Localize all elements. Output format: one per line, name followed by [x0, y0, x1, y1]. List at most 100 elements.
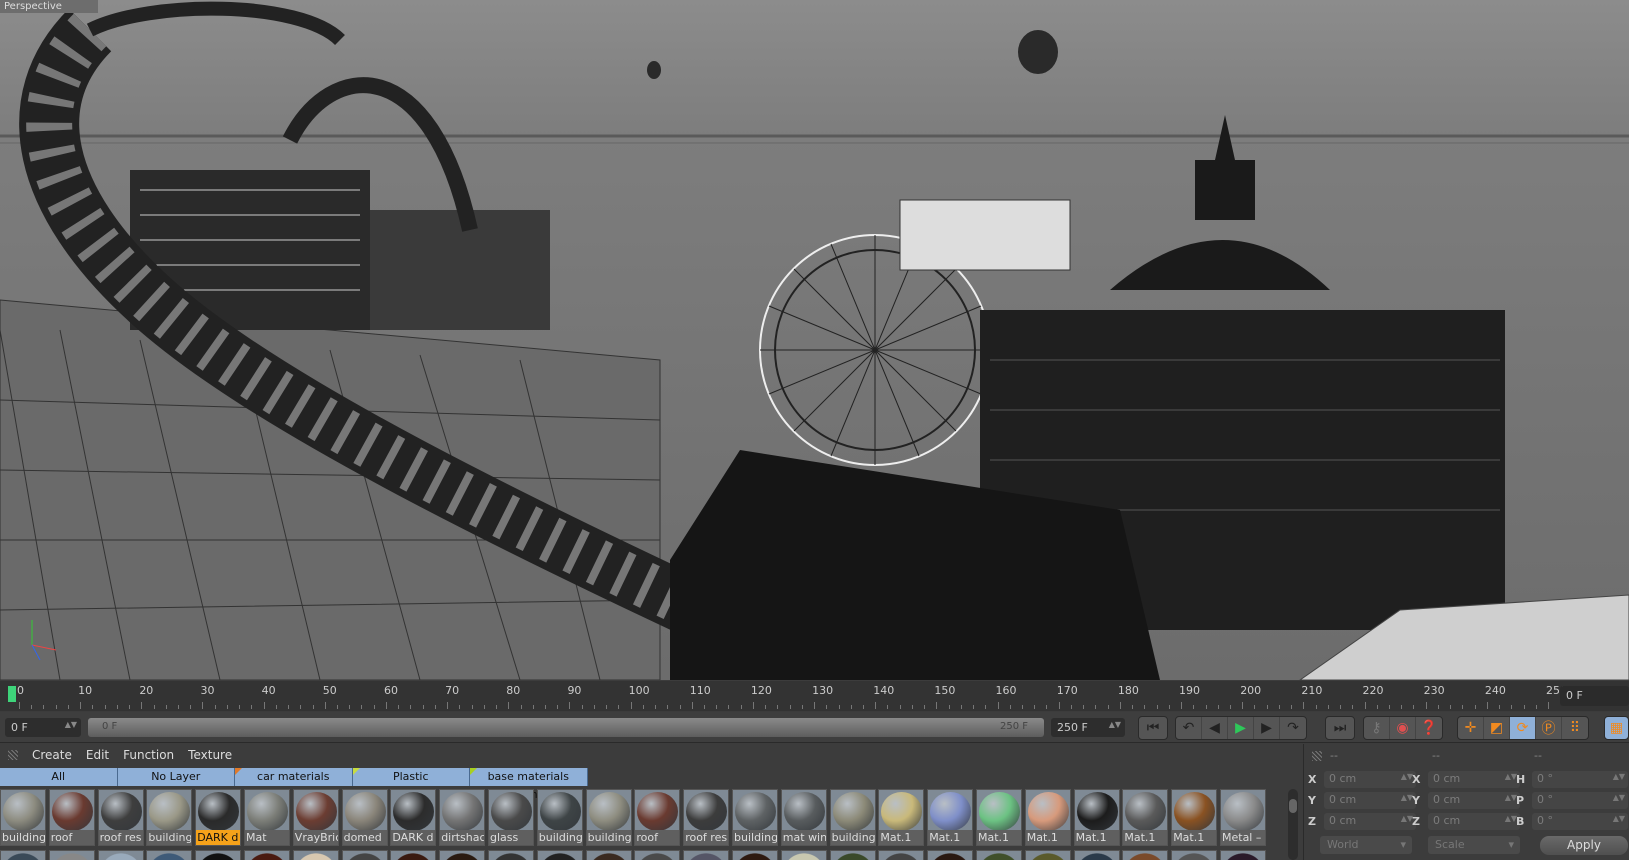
material-swatch[interactable]	[244, 850, 290, 860]
material-swatch[interactable]: roof	[634, 789, 681, 846]
material-swatch[interactable]	[1220, 850, 1266, 860]
material-swatch[interactable]: glass	[488, 789, 534, 846]
keyframe-selection-button[interactable]: ❓	[1416, 717, 1442, 739]
timeline-button[interactable]: ▦	[1604, 716, 1629, 740]
material-swatch[interactable]	[829, 850, 876, 860]
layer-tab[interactable]: All	[0, 768, 118, 786]
menu-texture[interactable]: Texture	[188, 748, 232, 762]
material-swatch[interactable]: Mat.1	[1171, 789, 1218, 846]
material-swatch[interactable]: building	[146, 789, 193, 846]
coordinate-field[interactable]: 0 cm ▲▼	[1428, 813, 1520, 830]
autokey-button[interactable]: ◉	[1390, 717, 1416, 739]
next-frame-button[interactable]: ▶	[1254, 717, 1280, 739]
material-swatch[interactable]: building	[0, 789, 46, 846]
menu-create[interactable]: Create	[32, 748, 72, 762]
position-key-button[interactable]: ✛	[1458, 717, 1484, 739]
current-frame-field[interactable]: 0 F	[1560, 686, 1629, 706]
material-swatch[interactable]: Mat.1	[1122, 789, 1169, 846]
coordinate-field[interactable]: 0 cm ▲▼	[1428, 771, 1520, 788]
coordinate-field[interactable]: 0 cm ▲▼	[1324, 813, 1416, 830]
material-swatch[interactable]	[0, 850, 46, 860]
material-swatch[interactable]: Mat.1	[878, 789, 925, 846]
material-swatch[interactable]: DARK d	[195, 789, 242, 846]
prev-key-button[interactable]: ↶	[1176, 717, 1202, 739]
material-swatch[interactable]: Mat	[244, 789, 290, 846]
material-swatch[interactable]	[195, 850, 242, 860]
menu-edit[interactable]: Edit	[86, 748, 109, 762]
parameter-key-button[interactable]: Ⓟ	[1536, 717, 1562, 739]
material-swatch[interactable]: Mat.1	[1073, 789, 1120, 846]
play-button[interactable]: ▶	[1228, 717, 1254, 739]
rotation-key-button[interactable]: ⟳	[1510, 717, 1536, 739]
spinner-icon[interactable]: ▲▼	[1109, 720, 1121, 729]
material-swatch[interactable]	[1171, 850, 1218, 860]
spinner-icon[interactable]: ▲▼	[1613, 814, 1625, 823]
layer-tab[interactable]: car materials	[235, 768, 353, 786]
first-frame-button[interactable]: ⏮	[1138, 716, 1168, 740]
layer-tab[interactable]: No Layer	[117, 768, 235, 786]
coordinate-field[interactable]: 0 cm ▲▼	[1324, 792, 1416, 809]
material-swatch[interactable]	[1122, 850, 1169, 860]
material-swatch[interactable]	[536, 850, 583, 860]
material-swatch[interactable]	[488, 850, 534, 860]
material-swatch[interactable]: building	[536, 789, 583, 846]
coordinate-field[interactable]: 0 ° ▲▼	[1532, 792, 1628, 809]
next-key-button[interactable]: ↷	[1280, 717, 1306, 739]
spinner-icon[interactable]: ▲▼	[1613, 772, 1625, 781]
coordinate-field[interactable]: 0 cm ▲▼	[1428, 792, 1520, 809]
scrollbar-thumb[interactable]	[1289, 799, 1297, 813]
material-swatch[interactable]: building	[829, 789, 876, 846]
material-swatch[interactable]	[1024, 850, 1071, 860]
material-swatch[interactable]: roof res	[683, 789, 730, 846]
point-level-button[interactable]: ⠿	[1562, 717, 1588, 739]
material-swatch[interactable]	[48, 850, 95, 860]
range-start-field[interactable]: 0 F ▲▼	[5, 718, 81, 737]
material-swatch[interactable]	[927, 850, 974, 860]
coordinate-space-dropdown[interactable]: World ▾	[1320, 836, 1412, 854]
spinner-icon[interactable]: ▲▼	[1613, 793, 1625, 802]
material-swatch[interactable]: building	[732, 789, 778, 846]
material-scrollbar[interactable]	[1288, 789, 1298, 860]
material-swatch[interactable]	[732, 850, 778, 860]
last-frame-button[interactable]: ⏭	[1325, 716, 1355, 740]
material-swatch[interactable]: Mat.1	[927, 789, 974, 846]
material-swatch[interactable]	[292, 850, 339, 860]
layer-tab[interactable]: base materials scene	[470, 768, 588, 801]
timeline-ruler[interactable]: 0 10 20 30 40 50 60 70 80 90 100 110 120 130 140 150 160…	[0, 681, 1629, 711]
material-swatch[interactable]	[390, 850, 437, 860]
layer-tab[interactable]: Plastic	[352, 768, 470, 786]
material-swatch[interactable]: dirtshac	[439, 789, 486, 846]
coordinate-field[interactable]: 0 ° ▲▼	[1532, 813, 1628, 830]
coordinate-field[interactable]: 0 ° ▲▼	[1532, 771, 1628, 788]
material-swatch[interactable]	[976, 850, 1022, 860]
material-swatch[interactable]: VrayBric	[292, 789, 339, 846]
playhead[interactable]	[8, 686, 16, 702]
material-swatch[interactable]	[439, 850, 486, 860]
material-swatch[interactable]	[634, 850, 681, 860]
material-swatch[interactable]: roof	[48, 789, 95, 846]
prev-frame-button[interactable]: ◀	[1202, 717, 1228, 739]
record-key-button[interactable]: ⚷	[1364, 717, 1390, 739]
material-swatch[interactable]: DARK d	[390, 789, 437, 846]
coordinate-field[interactable]: 0 cm ▲▼	[1324, 771, 1416, 788]
spinner-icon[interactable]: ▲▼	[65, 720, 77, 729]
material-swatch[interactable]	[97, 850, 144, 860]
material-swatch[interactable]	[683, 850, 730, 860]
mode-dropdown[interactable]: Scale ▾	[1428, 836, 1520, 854]
range-end-field[interactable]: 250 F ▲▼	[1051, 718, 1125, 737]
material-swatch[interactable]	[341, 850, 388, 860]
material-swatch[interactable]: Mat.1	[976, 789, 1022, 846]
3d-viewport[interactable]: Perspective	[0, 0, 1629, 680]
viewport-label[interactable]: Perspective	[0, 0, 98, 13]
material-swatch[interactable]: Mat.1	[1024, 789, 1071, 846]
material-swatch[interactable]: domed	[341, 789, 388, 846]
grip-icon[interactable]	[8, 750, 18, 760]
material-swatch[interactable]: mat win	[780, 789, 827, 846]
material-swatch[interactable]: roof res	[97, 789, 144, 846]
material-swatch[interactable]	[146, 850, 193, 860]
range-slider[interactable]: 0 F 250 F	[88, 718, 1044, 737]
scale-key-button[interactable]: ◩	[1484, 717, 1510, 739]
material-swatch[interactable]	[1073, 850, 1120, 860]
grip-icon[interactable]	[1312, 751, 1322, 761]
material-swatch[interactable]	[585, 850, 632, 860]
